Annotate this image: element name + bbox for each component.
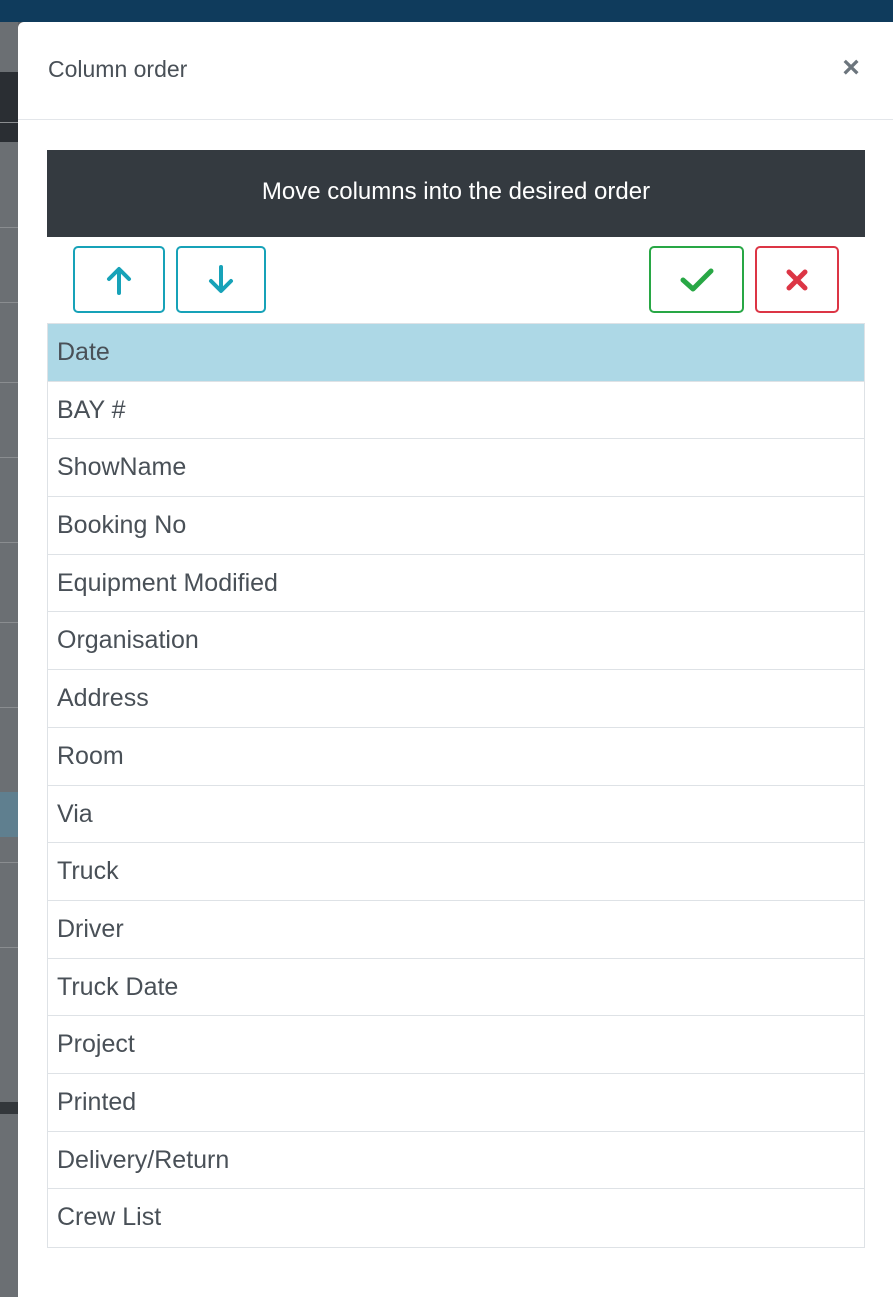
list-item[interactable]: Truck bbox=[48, 843, 864, 901]
confirm-button[interactable] bbox=[649, 246, 744, 313]
list-item[interactable]: Truck Date bbox=[48, 959, 864, 1017]
cancel-button[interactable] bbox=[755, 246, 839, 313]
background-line bbox=[0, 302, 18, 303]
list-item[interactable]: Driver bbox=[48, 901, 864, 959]
modal-header: Column order × bbox=[18, 22, 893, 120]
background-line bbox=[0, 227, 18, 228]
list-item[interactable]: Date bbox=[48, 324, 864, 382]
list-item[interactable]: BAY # bbox=[48, 382, 864, 440]
arrow-up-icon bbox=[107, 266, 131, 295]
background-line bbox=[0, 542, 18, 543]
x-icon bbox=[786, 269, 808, 290]
background-app-header bbox=[0, 0, 893, 22]
list-item[interactable]: Equipment Modified bbox=[48, 555, 864, 613]
list-item[interactable]: ShowName bbox=[48, 439, 864, 498]
list-item[interactable]: Booking No bbox=[48, 497, 864, 555]
background-line bbox=[0, 862, 18, 863]
list-item[interactable]: Organisation bbox=[48, 612, 864, 671]
list-item[interactable]: Room bbox=[48, 728, 864, 786]
column-order-modal: Column order × Move columns into the des… bbox=[18, 22, 893, 1297]
list-item[interactable]: Delivery/Return bbox=[48, 1132, 864, 1190]
close-button[interactable]: × bbox=[837, 53, 865, 83]
background-line bbox=[0, 707, 18, 708]
background-block bbox=[0, 1102, 18, 1114]
list-item[interactable]: Crew List bbox=[48, 1189, 864, 1247]
background-line bbox=[0, 947, 18, 948]
list-item[interactable]: Via bbox=[48, 786, 864, 844]
list-item[interactable]: Project bbox=[48, 1016, 864, 1074]
move-up-button[interactable] bbox=[73, 246, 165, 313]
background-page bbox=[0, 22, 18, 1297]
background-block bbox=[0, 792, 18, 837]
modal-title: Column order bbox=[48, 56, 188, 82]
arrow-down-icon bbox=[209, 264, 233, 293]
background-line bbox=[0, 122, 18, 123]
background-line bbox=[0, 622, 18, 623]
checkmark-icon bbox=[680, 268, 713, 291]
list-item[interactable]: Address bbox=[48, 670, 864, 728]
instruction-banner: Move columns into the desired order bbox=[47, 150, 865, 237]
background-block bbox=[0, 72, 18, 142]
list-item[interactable]: Printed bbox=[48, 1074, 864, 1132]
background-line bbox=[0, 382, 18, 383]
background-line bbox=[0, 457, 18, 458]
move-down-button[interactable] bbox=[176, 246, 266, 313]
column-list: Date BAY # ShowName Booking No Equipment… bbox=[47, 323, 865, 1248]
